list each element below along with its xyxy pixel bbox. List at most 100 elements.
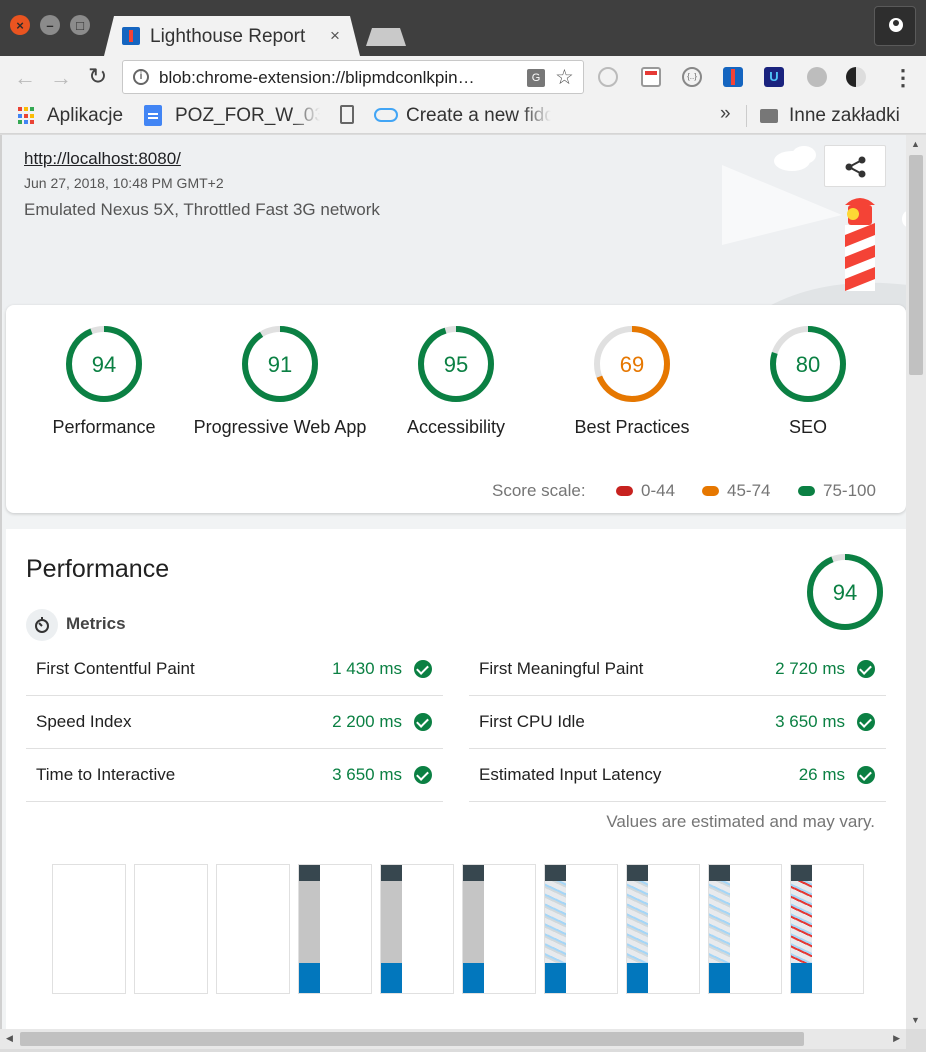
metric-row[interactable]: First Meaningful Paint 2 720 ms	[469, 643, 886, 696]
check-icon	[414, 660, 432, 678]
metric-value: 3 650 ms	[332, 765, 402, 784]
report-header: http://localhost:8080/ Jun 27, 2018, 10:…	[2, 135, 906, 310]
bookmarks-overflow-button[interactable]: »	[720, 103, 731, 125]
filmstrip-frame	[790, 864, 864, 994]
category-best-practices[interactable]: 69 Best Practices	[532, 325, 732, 438]
frame-map	[627, 881, 648, 963]
report-date: Jun 27, 2018, 10:48 PM GMT+2	[24, 175, 224, 191]
metric-row[interactable]: Time to Interactive 3 650 ms	[26, 749, 443, 802]
frame-footer	[381, 963, 402, 993]
check-icon	[857, 713, 875, 731]
folder-icon	[760, 109, 778, 123]
category-scores-card: 94 Performance 91 Progressive Web App 95 Acce…	[6, 305, 906, 513]
category-accessibility[interactable]: 95 Accessibility	[356, 325, 556, 438]
bookmark-apps[interactable]: Aplikacje	[47, 105, 123, 127]
minimize-icon: –	[46, 17, 54, 33]
category-label: Performance	[52, 417, 156, 437]
score-scale-label: Score scale:	[492, 481, 586, 500]
vertical-scroll-thumb[interactable]	[909, 155, 923, 375]
translate-icon[interactable]: G	[527, 69, 545, 87]
close-icon: ×	[16, 17, 24, 33]
bookmark-poz-for[interactable]: POZ_FOR_W_03	[175, 105, 320, 127]
forward-button[interactable]: →	[50, 65, 72, 91]
scroll-left-arrow-icon[interactable]: ◀	[6, 1033, 13, 1044]
bookmark-other-folder[interactable]: Inne zakładki	[789, 105, 900, 127]
metric-row[interactable]: First CPU Idle 3 650 ms	[469, 696, 886, 749]
horizontal-scroll-thumb[interactable]	[20, 1032, 804, 1046]
check-icon	[414, 713, 432, 731]
extension-gear-icon[interactable]	[598, 67, 618, 87]
extension-settings-icon[interactable]	[807, 67, 827, 87]
extension-json-icon[interactable]: {..}	[682, 67, 702, 87]
progressive-web-app-gauge: 91	[242, 326, 318, 402]
frame-app-bar	[299, 865, 320, 881]
frame-footer	[709, 963, 730, 993]
category-progressive-web-app[interactable]: 91 Progressive Web App	[180, 325, 380, 438]
frame-map	[791, 881, 812, 963]
scroll-up-arrow-icon[interactable]: ▲	[911, 139, 920, 149]
metric-row[interactable]: Speed Index 2 200 ms	[26, 696, 443, 749]
extension-calendar-icon[interactable]	[641, 67, 661, 87]
frame-app-bar	[381, 865, 402, 881]
metric-row[interactable]: Estimated Input Latency 26 ms	[469, 749, 886, 802]
performance-section-gauge: 94	[807, 554, 883, 630]
window-maximize-button[interactable]: □	[70, 15, 90, 35]
profile-button[interactable]	[874, 6, 916, 46]
window-minimize-button[interactable]: –	[40, 15, 60, 35]
filmstrip-frame	[216, 864, 290, 994]
reload-button[interactable]: ↻	[88, 63, 107, 90]
bookmark-star-icon[interactable]: ☆	[555, 65, 574, 90]
performance-section-score: 94	[833, 580, 857, 605]
extension-u-icon[interactable]: U	[764, 67, 784, 87]
metric-value: 2 720 ms	[775, 659, 845, 678]
share-button[interactable]	[824, 145, 886, 187]
horizontal-scrollbar[interactable]: ◀ ▶	[0, 1029, 906, 1049]
metric-name: First Contentful Paint	[36, 659, 195, 678]
frame-screenshot	[463, 865, 484, 993]
extension-contrast-icon[interactable]	[846, 67, 866, 87]
new-tab-button[interactable]	[366, 28, 406, 46]
metrics-heading: Metrics	[66, 614, 126, 633]
tab-close-button[interactable]: ×	[330, 26, 340, 46]
metric-name: First CPU Idle	[479, 712, 585, 731]
filmstrip	[52, 864, 864, 994]
scroll-down-arrow-icon[interactable]: ▼	[911, 1015, 920, 1025]
frame-screenshot	[381, 865, 402, 993]
performance-score: 94	[92, 352, 116, 377]
scale-red-dot	[616, 486, 633, 496]
lighthouse-favicon-icon	[122, 27, 140, 45]
address-text[interactable]: blob:chrome-extension://blipmdconlkpin…	[159, 68, 475, 88]
scale-orange-dot	[702, 486, 719, 496]
tab-lighthouse-report[interactable]: Lighthouse Report ×	[104, 16, 360, 56]
extension-lighthouse-icon[interactable]	[723, 67, 743, 87]
filmstrip-frame	[462, 864, 536, 994]
frame-footer	[545, 963, 566, 993]
vertical-scrollbar[interactable]: ▲ ▼	[906, 135, 926, 1029]
page-viewport: http://localhost:8080/ Jun 27, 2018, 10:…	[0, 135, 906, 1029]
scroll-right-arrow-icon[interactable]: ▶	[893, 1033, 900, 1044]
filmstrip-frame	[134, 864, 208, 994]
tab-title: Lighthouse Report	[150, 26, 306, 47]
info-icon[interactable]: i	[133, 69, 149, 85]
address-bar[interactable]: i blob:chrome-extension://blipmdconlkpin…	[122, 60, 584, 94]
timer-icon	[26, 609, 58, 641]
best-practices-gauge: 69	[594, 326, 670, 402]
report-environment: Emulated Nexus 5X, Throttled Fast 3G net…	[24, 200, 380, 219]
accessibility-score: 95	[444, 352, 468, 377]
metric-value: 3 650 ms	[775, 712, 845, 731]
share-icon	[845, 156, 866, 178]
performance-gauge: 94	[66, 326, 142, 402]
bookmark-create-fiddle[interactable]: Create a new fiddle	[406, 105, 551, 127]
metric-value: 1 430 ms	[332, 659, 402, 678]
category-performance[interactable]: 94 Performance	[4, 325, 204, 438]
bookmarks-bar: Aplikacje POZ_FOR_W_03 Create a new fidd…	[0, 98, 926, 134]
frame-footer	[299, 963, 320, 993]
window-close-button[interactable]: ×	[10, 15, 30, 35]
back-button[interactable]: ←	[14, 65, 36, 91]
tested-url-link[interactable]: http://localhost:8080/	[24, 149, 181, 169]
metric-row[interactable]: First Contentful Paint 1 430 ms	[26, 643, 443, 696]
apps-grid-icon[interactable]	[18, 107, 36, 125]
frame-app-bar	[791, 865, 812, 881]
category-seo[interactable]: 80 SEO	[708, 325, 906, 438]
browser-menu-button[interactable]: ⋮	[892, 65, 914, 91]
